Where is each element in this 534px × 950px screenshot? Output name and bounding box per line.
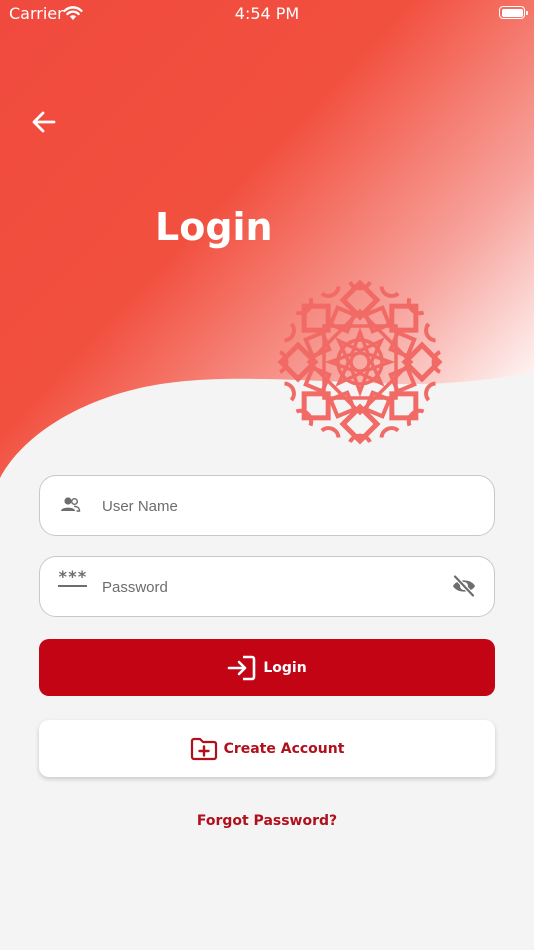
users-icon — [61, 497, 81, 512]
password-dots-icon: *** — [58, 567, 87, 587]
status-time: 4:54 PM — [234, 4, 300, 23]
forgot-password-link[interactable]: Forgot Password? — [0, 813, 534, 829]
back-button[interactable] — [30, 108, 58, 136]
ornament-icon — [277, 279, 443, 445]
status-bar: Carrier 4:54 PM — [0, 0, 534, 28]
sign-in-icon — [228, 655, 256, 680]
username-input[interactable] — [100, 476, 434, 536]
password-input[interactable] — [100, 557, 434, 617]
create-account-label: Create Account — [223, 740, 345, 757]
create-account-button[interactable]: Create Account — [39, 720, 495, 777]
arrow-left-icon — [32, 111, 56, 133]
eye-off-icon[interactable] — [451, 575, 477, 597]
password-field[interactable]: *** — [39, 556, 495, 617]
login-button[interactable]: Login — [39, 639, 495, 696]
login-button-label: Login — [263, 659, 307, 676]
battery-icon — [499, 6, 528, 19]
username-field[interactable] — [39, 475, 495, 536]
folder-plus-icon — [190, 737, 217, 760]
page-title: Login — [155, 205, 273, 249]
